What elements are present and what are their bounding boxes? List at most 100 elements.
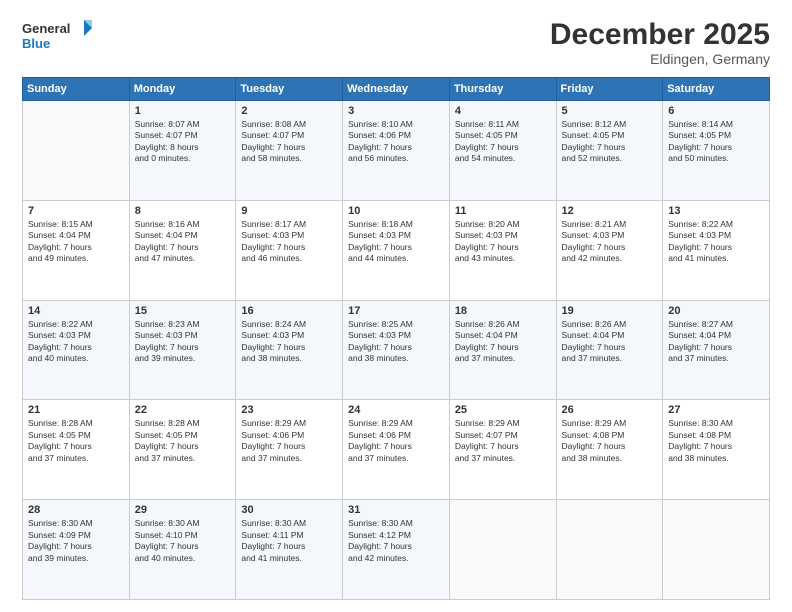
day-info: Sunrise: 8:17 AM Sunset: 4:03 PM Dayligh… <box>241 219 337 265</box>
calendar-cell <box>449 500 556 600</box>
day-info: Sunrise: 8:27 AM Sunset: 4:04 PM Dayligh… <box>668 319 764 365</box>
day-number: 5 <box>562 105 658 117</box>
day-info: Sunrise: 8:29 AM Sunset: 4:08 PM Dayligh… <box>562 418 658 464</box>
calendar-table: Sunday Monday Tuesday Wednesday Thursday… <box>22 77 770 600</box>
day-info: Sunrise: 8:25 AM Sunset: 4:03 PM Dayligh… <box>348 319 444 365</box>
day-info: Sunrise: 8:10 AM Sunset: 4:06 PM Dayligh… <box>348 119 444 165</box>
day-info: Sunrise: 8:15 AM Sunset: 4:04 PM Dayligh… <box>28 219 124 265</box>
calendar-cell: 4 Sunrise: 8:11 AM Sunset: 4:05 PM Daylig… <box>449 101 556 201</box>
calendar-week-5: 28Sunrise: 8:30 AM Sunset: 4:09 PM Dayli… <box>23 500 770 600</box>
calendar-cell: 11 Sunrise: 8:20 AM Sunset: 4:03 PM Dayli… <box>449 200 556 300</box>
day-number: 2 <box>241 105 337 117</box>
day-info: Sunrise: 8:30 AM Sunset: 4:08 PM Dayligh… <box>668 418 764 464</box>
day-info: Sunrise: 8:30 AM Sunset: 4:09 PM Dayligh… <box>28 518 124 564</box>
title-block: December 2025 Eldingen, Germany <box>550 18 770 67</box>
calendar-cell: 24 Sunrise: 8:29 AM Sunset: 4:06 PM Dayli… <box>343 400 450 500</box>
day-number: 8 <box>135 205 231 217</box>
day-info: Sunrise: 8:22 AM Sunset: 4:03 PM Dayligh… <box>668 219 764 265</box>
calendar-cell: 16Sunrise: 8:24 AM Sunset: 4:03 PM Dayli… <box>236 300 343 400</box>
day-number: 9 <box>241 205 337 217</box>
calendar-cell: 27 Sunrise: 8:30 AM Sunset: 4:08 PM Dayli… <box>663 400 770 500</box>
day-number: 29 <box>135 504 231 516</box>
day-info: Sunrise: 8:11 AM Sunset: 4:05 PM Dayligh… <box>455 119 551 165</box>
day-number: 23 <box>241 404 337 416</box>
calendar-cell: 25Sunrise: 8:29 AM Sunset: 4:07 PM Dayli… <box>449 400 556 500</box>
calendar-cell <box>23 101 130 201</box>
col-friday: Friday <box>556 78 663 101</box>
day-info: Sunrise: 8:21 AM Sunset: 4:03 PM Dayligh… <box>562 219 658 265</box>
calendar-header: Sunday Monday Tuesday Wednesday Thursday… <box>23 78 770 101</box>
calendar-cell: 10 Sunrise: 8:18 AM Sunset: 4:03 PM Dayli… <box>343 200 450 300</box>
calendar-cell: 31 Sunrise: 8:30 AM Sunset: 4:12 PM Dayli… <box>343 500 450 600</box>
calendar-cell: 22Sunrise: 8:28 AM Sunset: 4:05 PM Dayli… <box>129 400 236 500</box>
day-info: Sunrise: 8:30 AM Sunset: 4:11 PM Dayligh… <box>241 518 337 564</box>
day-number: 31 <box>348 504 444 516</box>
calendar-cell: 1 Sunrise: 8:07 AM Sunset: 4:07 PM Daylig… <box>129 101 236 201</box>
calendar-cell: 18Sunrise: 8:26 AM Sunset: 4:04 PM Dayli… <box>449 300 556 400</box>
day-info: Sunrise: 8:12 AM Sunset: 4:05 PM Dayligh… <box>562 119 658 165</box>
day-number: 15 <box>135 305 231 317</box>
day-number: 21 <box>28 404 124 416</box>
calendar-cell: 8 Sunrise: 8:16 AM Sunset: 4:04 PM Daylig… <box>129 200 236 300</box>
calendar-week-2: 7 Sunrise: 8:15 AM Sunset: 4:04 PM Daylig… <box>23 200 770 300</box>
calendar-cell: 28Sunrise: 8:30 AM Sunset: 4:09 PM Dayli… <box>23 500 130 600</box>
calendar-cell <box>663 500 770 600</box>
page: General Blue December 2025 Eldingen, Ger… <box>0 0 792 612</box>
day-number: 11 <box>455 205 551 217</box>
calendar-cell: 26 Sunrise: 8:29 AM Sunset: 4:08 PM Dayli… <box>556 400 663 500</box>
day-number: 10 <box>348 205 444 217</box>
calendar-cell: 6Sunrise: 8:14 AM Sunset: 4:05 PM Daylig… <box>663 101 770 201</box>
col-thursday: Thursday <box>449 78 556 101</box>
day-number: 7 <box>28 205 124 217</box>
calendar-cell <box>556 500 663 600</box>
svg-text:General: General <box>22 21 70 36</box>
col-sunday: Sunday <box>23 78 130 101</box>
calendar-cell: 19 Sunrise: 8:26 AM Sunset: 4:04 PM Dayli… <box>556 300 663 400</box>
calendar-cell: 14Sunrise: 8:22 AM Sunset: 4:03 PM Dayli… <box>23 300 130 400</box>
day-info: Sunrise: 8:29 AM Sunset: 4:06 PM Dayligh… <box>348 418 444 464</box>
day-info: Sunrise: 8:14 AM Sunset: 4:05 PM Dayligh… <box>668 119 764 165</box>
day-info: Sunrise: 8:28 AM Sunset: 4:05 PM Dayligh… <box>28 418 124 464</box>
day-info: Sunrise: 8:07 AM Sunset: 4:07 PM Dayligh… <box>135 119 231 165</box>
calendar-cell: 23Sunrise: 8:29 AM Sunset: 4:06 PM Dayli… <box>236 400 343 500</box>
day-info: Sunrise: 8:26 AM Sunset: 4:04 PM Dayligh… <box>455 319 551 365</box>
month-title: December 2025 <box>550 18 770 51</box>
day-info: Sunrise: 8:16 AM Sunset: 4:04 PM Dayligh… <box>135 219 231 265</box>
calendar-cell: 20Sunrise: 8:27 AM Sunset: 4:04 PM Dayli… <box>663 300 770 400</box>
day-number: 13 <box>668 205 764 217</box>
day-number: 12 <box>562 205 658 217</box>
day-number: 27 <box>668 404 764 416</box>
logo: General Blue <box>22 18 92 58</box>
day-info: Sunrise: 8:08 AM Sunset: 4:07 PM Dayligh… <box>241 119 337 165</box>
calendar-cell: 13 Sunrise: 8:22 AM Sunset: 4:03 PM Dayli… <box>663 200 770 300</box>
calendar-week-3: 14Sunrise: 8:22 AM Sunset: 4:03 PM Dayli… <box>23 300 770 400</box>
calendar-cell: 12 Sunrise: 8:21 AM Sunset: 4:03 PM Dayli… <box>556 200 663 300</box>
day-number: 19 <box>562 305 658 317</box>
logo-svg: General Blue <box>22 18 92 58</box>
calendar-cell: 30Sunrise: 8:30 AM Sunset: 4:11 PM Dayli… <box>236 500 343 600</box>
day-number: 3 <box>348 105 444 117</box>
day-number: 4 <box>455 105 551 117</box>
calendar-body: 1 Sunrise: 8:07 AM Sunset: 4:07 PM Daylig… <box>23 101 770 600</box>
calendar-cell: 17Sunrise: 8:25 AM Sunset: 4:03 PM Dayli… <box>343 300 450 400</box>
calendar-cell: 29Sunrise: 8:30 AM Sunset: 4:10 PM Dayli… <box>129 500 236 600</box>
day-info: Sunrise: 8:29 AM Sunset: 4:07 PM Dayligh… <box>455 418 551 464</box>
day-info: Sunrise: 8:18 AM Sunset: 4:03 PM Dayligh… <box>348 219 444 265</box>
day-number: 24 <box>348 404 444 416</box>
day-info: Sunrise: 8:23 AM Sunset: 4:03 PM Dayligh… <box>135 319 231 365</box>
calendar-week-1: 1 Sunrise: 8:07 AM Sunset: 4:07 PM Daylig… <box>23 101 770 201</box>
calendar-cell: 21 Sunrise: 8:28 AM Sunset: 4:05 PM Dayli… <box>23 400 130 500</box>
calendar-cell: 3 Sunrise: 8:10 AM Sunset: 4:06 PM Daylig… <box>343 101 450 201</box>
day-info: Sunrise: 8:26 AM Sunset: 4:04 PM Dayligh… <box>562 319 658 365</box>
day-number: 1 <box>135 105 231 117</box>
header: General Blue December 2025 Eldingen, Ger… <box>22 18 770 67</box>
day-number: 14 <box>28 305 124 317</box>
day-info: Sunrise: 8:30 AM Sunset: 4:12 PM Dayligh… <box>348 518 444 564</box>
day-number: 22 <box>135 404 231 416</box>
day-number: 26 <box>562 404 658 416</box>
header-row: Sunday Monday Tuesday Wednesday Thursday… <box>23 78 770 101</box>
day-info: Sunrise: 8:24 AM Sunset: 4:03 PM Dayligh… <box>241 319 337 365</box>
calendar-cell: 5 Sunrise: 8:12 AM Sunset: 4:05 PM Daylig… <box>556 101 663 201</box>
location: Eldingen, Germany <box>550 51 770 67</box>
day-info: Sunrise: 8:20 AM Sunset: 4:03 PM Dayligh… <box>455 219 551 265</box>
